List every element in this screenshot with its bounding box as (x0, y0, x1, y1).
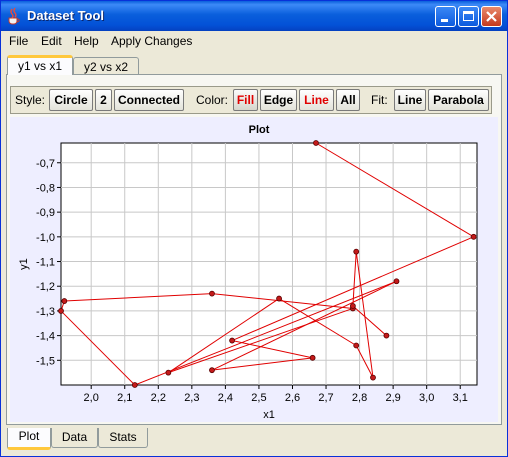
data-point[interactable] (309, 354, 316, 361)
x-tick-label: 2,3 (184, 392, 199, 404)
data-point[interactable] (370, 374, 376, 381)
data-point[interactable] (353, 342, 360, 349)
y-tick-label: -1,4 (36, 331, 55, 343)
tab-y2-vs-x2[interactable]: y2 vs x2 (73, 57, 139, 75)
tab-plot[interactable]: Plot (7, 428, 51, 450)
menu-edit[interactable]: Edit (41, 34, 62, 48)
plot-toolbar: Style: Circle 2 Connected Color: Fill Ed… (10, 86, 492, 114)
scatter-plot[interactable]: Plot 2,0 2,1 2,2 2,3 2,4 2,5 2,6 2,7 2,8 2,9 3,0 3,… (10, 117, 498, 422)
y-tick-label: -0,8 (36, 182, 55, 194)
close-icon (486, 11, 497, 22)
data-point[interactable] (209, 290, 215, 297)
y-tick-label: -1,5 (36, 355, 55, 367)
y-tick-label: -1,1 (36, 257, 55, 269)
x-tick-label: 2,4 (218, 392, 233, 404)
marker-size-button[interactable]: 2 (95, 89, 112, 111)
window-title: Dataset Tool (27, 8, 105, 23)
menu-bar: File Edit Help Apply Changes (1, 31, 507, 51)
x-tick-label: 3,1 (453, 392, 468, 404)
x-tick-label: 2,6 (285, 392, 300, 404)
y-tick-label: -0,9 (36, 207, 55, 219)
style-circle-button[interactable]: Circle (49, 89, 93, 111)
x-tick-label: 2,2 (151, 392, 166, 404)
data-point[interactable] (229, 337, 235, 344)
fit-line-button[interactable]: Line (394, 89, 426, 111)
color-label: Color: (196, 93, 229, 107)
data-point[interactable] (209, 367, 215, 374)
color-all-button[interactable]: All (336, 89, 360, 111)
menu-apply-changes[interactable]: Apply Changes (111, 34, 192, 48)
close-button[interactable] (481, 6, 502, 27)
minimize-icon (441, 19, 448, 22)
dataset-tool-window: Dataset Tool File Edit Help Apply Change… (0, 0, 508, 457)
y-tick-label: -1,3 (36, 306, 55, 318)
data-point[interactable] (470, 233, 477, 240)
x-tick-label: 2,1 (117, 392, 132, 404)
x-tick-label: 2,7 (318, 392, 333, 404)
data-point[interactable] (165, 369, 172, 376)
data-point[interactable] (61, 298, 68, 304)
java-coffee-icon (8, 7, 20, 25)
fit-label: Fit: (371, 93, 388, 107)
y-axis-label: y1 (18, 258, 30, 270)
data-point[interactable] (131, 382, 138, 388)
color-line-button[interactable]: Line (299, 89, 334, 111)
minimize-button[interactable] (435, 6, 456, 27)
data-point[interactable] (383, 332, 390, 339)
x-tick-label: 3,0 (419, 392, 434, 404)
x-tick-label: 2,9 (385, 392, 400, 404)
color-fill-button[interactable]: Fill (233, 89, 258, 111)
color-edge-button[interactable]: Edge (260, 89, 297, 111)
style-label: Style: (15, 93, 46, 107)
data-point[interactable] (58, 308, 64, 314)
data-point[interactable] (353, 248, 360, 255)
title-bar[interactable]: Dataset Tool (1, 1, 507, 31)
data-point[interactable] (393, 278, 400, 285)
x-tick-label: 2,5 (251, 392, 266, 404)
tab-y1-vs-x1[interactable]: y1 vs x1 (7, 55, 73, 75)
menu-help[interactable]: Help (74, 34, 99, 48)
dataset-panel: Style: Circle 2 Connected Color: Fill Ed… (6, 74, 502, 425)
x-tick-label: 2,0 (84, 392, 99, 404)
y-tick-label: -0,7 (36, 158, 55, 170)
data-point[interactable] (313, 140, 319, 146)
tab-stats[interactable]: Stats (98, 428, 148, 448)
style-connected-button[interactable]: Connected (114, 89, 184, 111)
menu-file[interactable]: File (9, 34, 28, 48)
tab-data[interactable]: Data (51, 428, 98, 448)
plot-title: Plot (249, 124, 270, 136)
maximize-icon (463, 11, 474, 21)
fit-parabola-button[interactable]: Parabola (428, 89, 489, 111)
y-tick-label: -1,0 (36, 232, 55, 244)
maximize-button[interactable] (458, 6, 479, 27)
y-tick-label: -1,2 (36, 281, 55, 293)
x-tick-label: 2,8 (352, 392, 367, 404)
data-point[interactable] (349, 303, 356, 309)
plot-area[interactable]: Plot 2,0 2,1 2,2 2,3 2,4 2,5 2,6 2,7 2,8 2,9 3,0 3,… (10, 117, 498, 422)
data-point[interactable] (276, 295, 282, 302)
x-axis-label: x1 (263, 409, 275, 421)
